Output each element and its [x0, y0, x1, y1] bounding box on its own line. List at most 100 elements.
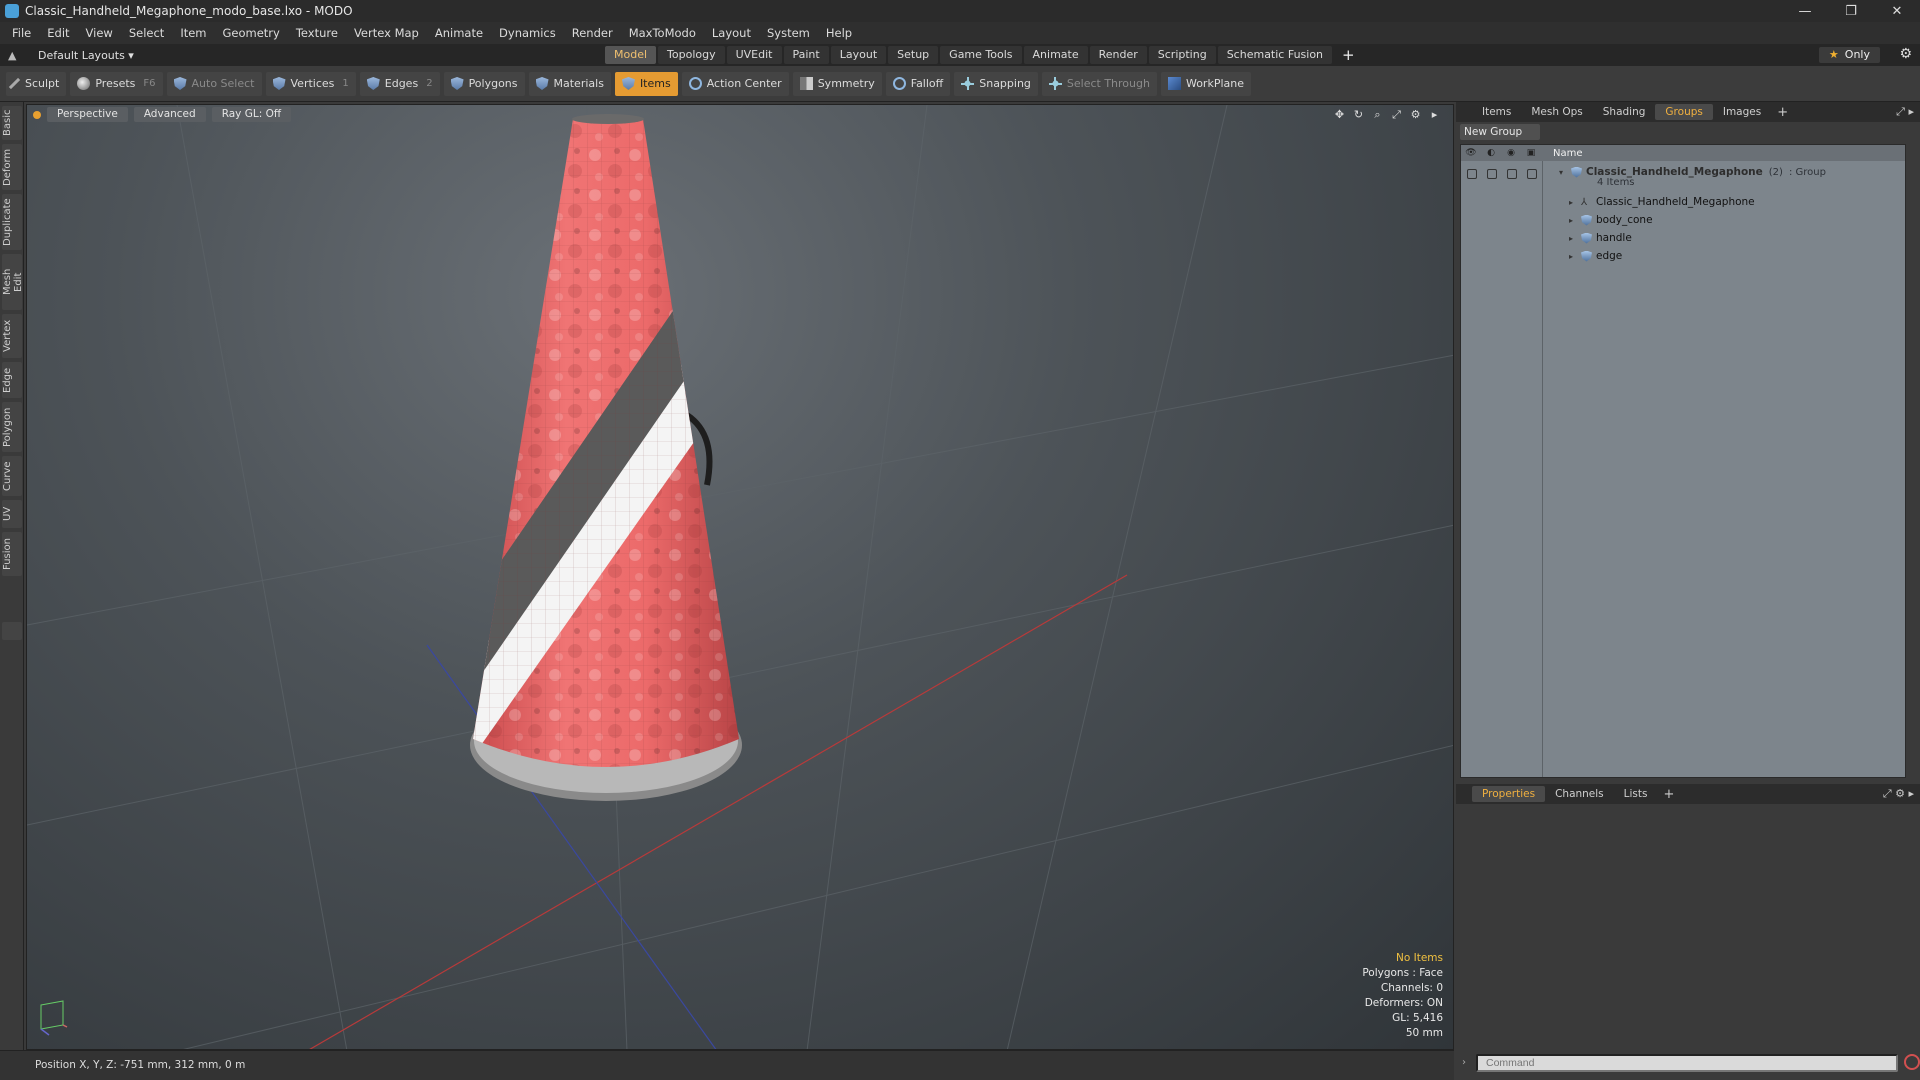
layout-icon[interactable]: ▲ — [8, 49, 22, 62]
polygons-button[interactable]: Polygons — [443, 71, 525, 96]
list-item[interactable]: ▸ handle — [1461, 229, 1905, 247]
tab-groups[interactable]: Groups — [1655, 104, 1713, 120]
restore-button[interactable]: ❐ — [1828, 0, 1874, 22]
select-through-button[interactable]: Select Through — [1041, 71, 1157, 96]
expand-icon[interactable]: ▸ — [1569, 252, 1579, 261]
list-item[interactable]: ▸ ⅄ Classic_Handheld_Megaphone — [1461, 193, 1905, 211]
shading-mode-button[interactable]: Advanced — [133, 107, 206, 122]
action-center-button[interactable]: Action Center — [681, 71, 789, 96]
menu-system[interactable]: System — [759, 26, 818, 40]
menu-file[interactable]: File — [4, 26, 39, 40]
falloff-button[interactable]: Falloff — [885, 71, 951, 96]
name-column-header[interactable]: Name — [1553, 148, 1583, 159]
menu-render[interactable]: Render — [564, 26, 621, 40]
tab-lists[interactable]: Lists — [1614, 786, 1658, 802]
list-item[interactable]: ▸ edge — [1461, 247, 1905, 265]
tab-scripting[interactable]: Scripting — [1148, 46, 1216, 64]
visibility-column-icon[interactable]: 👁 — [1461, 148, 1481, 158]
raygl-button[interactable]: Ray GL: Off — [211, 107, 292, 122]
viewport-expand-icon[interactable]: ▸ — [1428, 108, 1441, 121]
menu-help[interactable]: Help — [818, 26, 860, 40]
command-input[interactable] — [1476, 1054, 1898, 1072]
menu-animate[interactable]: Animate — [427, 26, 491, 40]
vtab-basic[interactable]: Basic — [2, 106, 22, 140]
properties-expand-icon[interactable]: ⤢ ⚙ ▸ — [1883, 787, 1914, 801]
command-record-icon[interactable] — [1904, 1054, 1920, 1070]
snapping-button[interactable]: Snapping — [954, 71, 1038, 96]
menu-texture[interactable]: Texture — [288, 26, 346, 40]
list-item[interactable]: ▸ body_cone — [1461, 211, 1905, 229]
vtab-uv[interactable]: UV — [2, 500, 22, 528]
items-button[interactable]: Items — [614, 71, 678, 96]
tab-model[interactable]: Model — [605, 46, 657, 64]
menu-item[interactable]: Item — [172, 26, 214, 40]
menu-vertex-map[interactable]: Vertex Map — [346, 26, 427, 40]
layouts-dropdown[interactable]: Default Layouts ▾ — [38, 49, 158, 62]
new-group-button[interactable]: New Group — [1460, 124, 1540, 140]
sculpt-button[interactable]: Sculpt — [6, 71, 67, 96]
render-column-icon[interactable]: ▣ — [1521, 148, 1541, 158]
expand-icon[interactable]: ▸ — [1569, 234, 1579, 243]
minimize-button[interactable]: — — [1782, 0, 1828, 22]
workplane-button[interactable]: WorkPlane — [1160, 71, 1251, 96]
materials-button[interactable]: Materials — [528, 71, 611, 96]
tab-layout[interactable]: Layout — [830, 46, 887, 64]
edges-button[interactable]: Edges 2 — [359, 71, 440, 96]
auto-select-button[interactable]: Auto Select — [166, 71, 262, 96]
add-tab-button[interactable]: + — [1334, 46, 1363, 64]
vertices-button[interactable]: Vertices 1 — [265, 71, 356, 96]
right-panel: Items Mesh Ops Shading Groups Images + ⤢… — [1456, 102, 1920, 1080]
vtab-mesh-edit[interactable]: Mesh Edit — [2, 254, 24, 310]
expand-icon[interactable]: ▸ — [1569, 198, 1579, 207]
select-column-icon[interactable]: ◉ — [1501, 148, 1521, 158]
fit-icon[interactable]: ⤢ — [1390, 108, 1403, 121]
vtab-fusion[interactable]: Fusion — [2, 532, 22, 576]
symmetry-button[interactable]: Symmetry — [792, 71, 882, 96]
tab-mesh-ops[interactable]: Mesh Ops — [1521, 104, 1592, 120]
menu-layout[interactable]: Layout — [704, 26, 759, 40]
viewport-settings-icon[interactable]: ⚙ — [1409, 108, 1422, 121]
zoom-icon[interactable]: ⌕ — [1371, 108, 1384, 121]
menu-select[interactable]: Select — [121, 26, 172, 40]
vtab-duplicate[interactable]: Duplicate — [2, 194, 22, 250]
close-button[interactable]: ✕ — [1874, 0, 1920, 22]
tab-paint[interactable]: Paint — [783, 46, 829, 64]
add-properties-tab-button[interactable]: + — [1657, 787, 1680, 802]
tab-uvedit[interactable]: UVEdit — [726, 46, 782, 64]
tab-shading[interactable]: Shading — [1593, 104, 1656, 120]
tab-setup[interactable]: Setup — [888, 46, 939, 64]
viewport-menu-icon[interactable] — [33, 111, 41, 119]
vtab-edge[interactable]: Edge — [2, 362, 22, 398]
3d-viewport[interactable]: Perspective Advanced Ray GL: Off ✥ ↻ ⌕ ⤢… — [26, 104, 1454, 1050]
tab-properties[interactable]: Properties — [1472, 786, 1546, 802]
menu-edit[interactable]: Edit — [39, 26, 77, 40]
view-type-button[interactable]: Perspective — [47, 107, 128, 122]
tab-animate[interactable]: Animate — [1023, 46, 1088, 64]
panel-expand-icon[interactable]: ⤢ ▸ — [1896, 105, 1914, 119]
rotate-icon[interactable]: ↻ — [1352, 108, 1365, 121]
vtab-polygon[interactable]: Polygon — [2, 402, 22, 452]
tab-channels[interactable]: Channels — [1545, 786, 1614, 802]
presets-button[interactable]: Presets F6 — [70, 71, 163, 96]
gear-icon[interactable]: ⚙ — [1899, 46, 1912, 62]
menu-geometry[interactable]: Geometry — [215, 26, 288, 40]
add-panel-tab-button[interactable]: + — [1771, 105, 1794, 120]
menu-dynamics[interactable]: Dynamics — [491, 26, 564, 40]
lock-column-icon[interactable]: ◐ — [1481, 148, 1501, 158]
tab-schematic-fusion[interactable]: Schematic Fusion — [1217, 46, 1333, 64]
vtab-vertex[interactable]: Vertex — [2, 314, 22, 358]
tab-game-tools[interactable]: Game Tools — [940, 46, 1022, 64]
vtab-curve[interactable]: Curve — [2, 456, 22, 496]
tab-images[interactable]: Images — [1713, 104, 1771, 120]
tab-render[interactable]: Render — [1089, 46, 1147, 64]
tab-topology[interactable]: Topology — [658, 46, 725, 64]
command-history-icon[interactable]: › — [1462, 1057, 1466, 1068]
vtab-collapse[interactable] — [2, 622, 22, 640]
tab-items[interactable]: Items — [1472, 104, 1521, 120]
menu-maxtomodo[interactable]: MaxToModo — [621, 26, 704, 40]
vtab-deform[interactable]: Deform — [2, 144, 22, 190]
expand-icon[interactable]: ▸ — [1569, 216, 1579, 225]
pan-icon[interactable]: ✥ — [1333, 108, 1346, 121]
only-toggle[interactable]: ★ Only — [1818, 47, 1880, 63]
menu-view[interactable]: View — [78, 26, 121, 40]
